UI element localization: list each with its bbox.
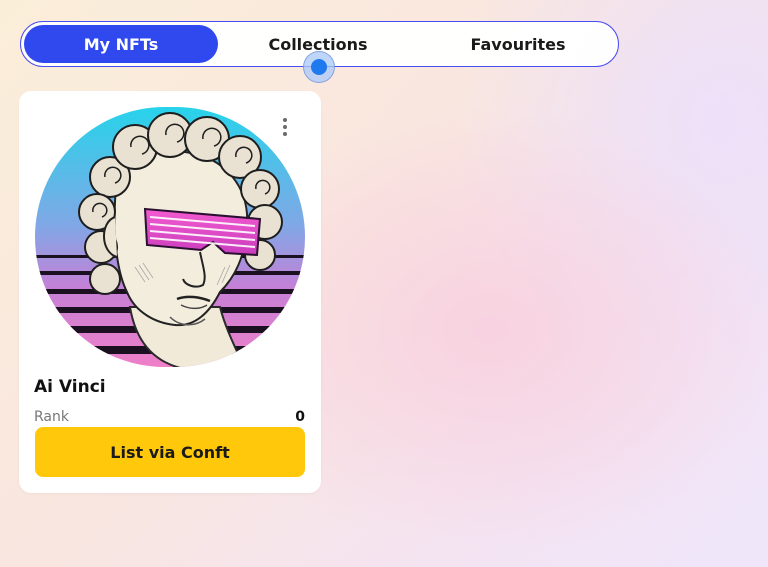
rank-label: Rank <box>34 409 69 425</box>
nft-card[interactable]: Ai Vinci Rank 0 List via Conft <box>19 91 321 493</box>
more-options-icon[interactable] <box>275 114 295 140</box>
nft-name: Ai Vinci <box>34 377 106 397</box>
cursor-indicator <box>303 51 335 83</box>
nft-image[interactable] <box>35 107 305 367</box>
tab-my-nfts[interactable]: My NFTs <box>24 25 218 63</box>
rank-value: 0 <box>295 409 305 425</box>
tab-favourites[interactable]: Favourites <box>418 25 618 63</box>
list-via-conft-button[interactable]: List via Conft <box>35 427 305 477</box>
